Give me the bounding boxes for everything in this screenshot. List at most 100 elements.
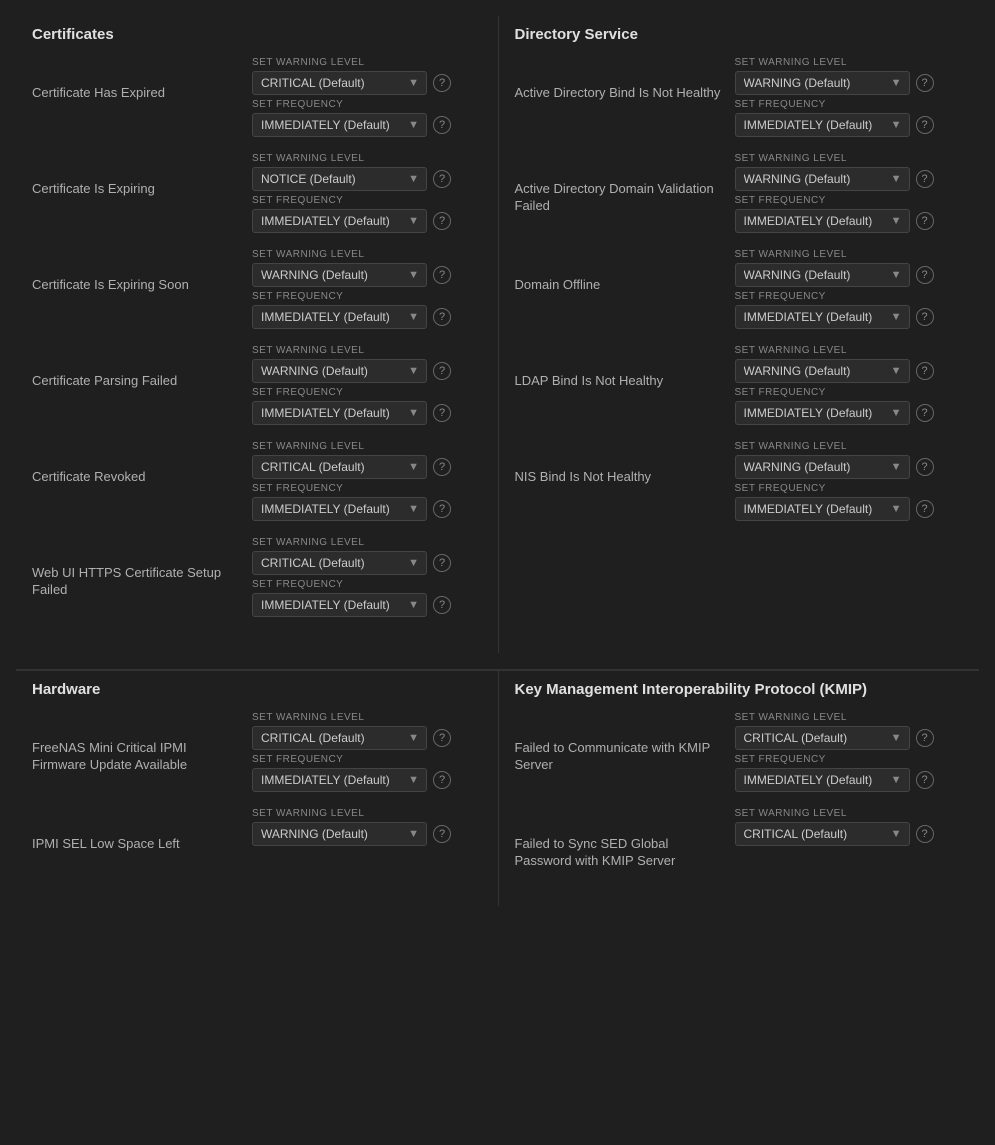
freq-help-3[interactable]: ? <box>433 308 451 326</box>
freq-select-ds5[interactable]: IMMEDIATELY (Default) HOURLY DAILY <box>735 497 910 521</box>
controls-kmip-sync: Set Warning Level CRITICAL (Default) WAR… <box>735 808 934 846</box>
warning-select-kmip1[interactable]: CRITICAL (Default) WARNING (Default) NOT… <box>735 726 910 750</box>
alert-row-certificate-expiring-soon: Certificate Is Expiring Soon Set Warning… <box>32 249 482 335</box>
freq-group-1: Set Frequency IMMEDIATELY (Default) HOUR… <box>252 99 451 137</box>
warning-select-wrap-6: CRITICAL (Default) WARNING (Default) NOT… <box>252 551 427 575</box>
alert-block-ad-bind: Active Directory Bind Is Not Healthy Set… <box>515 57 964 143</box>
freq-help-4[interactable]: ? <box>433 404 451 422</box>
freq-row-ds3: IMMEDIATELY (Default) HOURLY DAILY ▼ ? <box>735 305 934 329</box>
warning-help-1[interactable]: ? <box>433 74 451 92</box>
warning-row-kmip2: CRITICAL (Default) WARNING (Default) NOT… <box>735 822 934 846</box>
warning-help-4[interactable]: ? <box>433 362 451 380</box>
freq-select-ds4[interactable]: IMMEDIATELY (Default) HOURLY DAILY <box>735 401 910 425</box>
freq-help-ds4[interactable]: ? <box>916 404 934 422</box>
warning-help-hw2[interactable]: ? <box>433 825 451 843</box>
warning-select-1[interactable]: CRITICAL (Default) WARNING (Default) NOT… <box>252 71 427 95</box>
warning-label-4: Set Warning Level <box>252 345 451 356</box>
warning-select-ds1[interactable]: WARNING (Default) CRITICAL (Default) NOT… <box>735 71 910 95</box>
warning-help-5[interactable]: ? <box>433 458 451 476</box>
warning-select-wrap-2: NOTICE (Default) CRITICAL (Default) WARN… <box>252 167 427 191</box>
freq-help-hw1[interactable]: ? <box>433 771 451 789</box>
freq-label-hw1: Set Frequency <box>252 754 451 765</box>
freq-select-2[interactable]: IMMEDIATELY (Default) HOURLY DAILY <box>252 209 427 233</box>
warning-help-6[interactable]: ? <box>433 554 451 572</box>
controls-kmip-communicate: Set Warning Level CRITICAL (Default) WAR… <box>735 712 934 792</box>
warning-row-4: WARNING (Default) CRITICAL (Default) NOT… <box>252 359 451 383</box>
freq-help-ds2[interactable]: ? <box>916 212 934 230</box>
warning-select-ds5[interactable]: WARNING (Default) CRITICAL (Default) NOT… <box>735 455 910 479</box>
freq-help-5[interactable]: ? <box>433 500 451 518</box>
warning-help-ds2[interactable]: ? <box>916 170 934 188</box>
warning-row-ds1: WARNING (Default) CRITICAL (Default) NOT… <box>735 71 934 95</box>
warning-help-ds5[interactable]: ? <box>916 458 934 476</box>
warning-select-wrap-kmip2: CRITICAL (Default) WARNING (Default) NOT… <box>735 822 910 846</box>
controls-ipmi-sel: Set Warning Level WARNING (Default) CRIT… <box>252 808 451 846</box>
alert-name-ad-bind: Active Directory Bind Is Not Healthy <box>515 57 735 102</box>
warning-select-hw1[interactable]: CRITICAL (Default) WARNING (Default) NOT… <box>252 726 427 750</box>
controls-certificate-revoked: Set Warning Level CRITICAL (Default) WAR… <box>252 441 451 521</box>
warning-select-ds2[interactable]: WARNING (Default) CRITICAL (Default) NOT… <box>735 167 910 191</box>
warning-group-5: Set Warning Level CRITICAL (Default) WAR… <box>252 441 451 479</box>
warning-select-2[interactable]: NOTICE (Default) CRITICAL (Default) WARN… <box>252 167 427 191</box>
freq-help-1[interactable]: ? <box>433 116 451 134</box>
warning-help-2[interactable]: ? <box>433 170 451 188</box>
warning-select-3[interactable]: WARNING (Default) CRITICAL (Default) NOT… <box>252 263 427 287</box>
freq-row-5: IMMEDIATELY (Default) HOURLY DAILY ▼ ? <box>252 497 451 521</box>
warning-help-3[interactable]: ? <box>433 266 451 284</box>
freq-select-ds3[interactable]: IMMEDIATELY (Default) HOURLY DAILY <box>735 305 910 329</box>
warning-select-ds4[interactable]: WARNING (Default) CRITICAL (Default) NOT… <box>735 359 910 383</box>
freq-select-kmip1[interactable]: IMMEDIATELY (Default) HOURLY DAILY <box>735 768 910 792</box>
freq-select-ds2[interactable]: IMMEDIATELY (Default) HOURLY DAILY <box>735 209 910 233</box>
freq-select-6[interactable]: IMMEDIATELY (Default) HOURLY DAILY <box>252 593 427 617</box>
directory-service-title: Directory Service <box>515 26 964 43</box>
controls-nis-bind: Set Warning Level WARNING (Default) CRIT… <box>735 441 934 521</box>
freq-select-wrap-5: IMMEDIATELY (Default) HOURLY DAILY ▼ <box>252 497 427 521</box>
warning-select-kmip2[interactable]: CRITICAL (Default) WARNING (Default) NOT… <box>735 822 910 846</box>
freq-help-2[interactable]: ? <box>433 212 451 230</box>
freq-help-6[interactable]: ? <box>433 596 451 614</box>
freq-row-ds4: IMMEDIATELY (Default) HOURLY DAILY ▼ ? <box>735 401 934 425</box>
freq-select-hw1[interactable]: IMMEDIATELY (Default) HOURLY DAILY <box>252 768 427 792</box>
freq-help-ds1[interactable]: ? <box>916 116 934 134</box>
warning-help-ds1[interactable]: ? <box>916 74 934 92</box>
warning-help-ds4[interactable]: ? <box>916 362 934 380</box>
controls-certificate-is-expiring: Set Warning Level NOTICE (Default) CRITI… <box>252 153 451 233</box>
warning-select-ds3[interactable]: WARNING (Default) CRITICAL (Default) NOT… <box>735 263 910 287</box>
alert-name-webui-https-cert: Web UI HTTPS Certificate Setup Failed <box>32 537 252 599</box>
freq-help-ds3[interactable]: ? <box>916 308 934 326</box>
alert-block-certificate-has-expired: Certificate Has Expired Set Warning Leve… <box>32 57 482 143</box>
alert-row-certificate-has-expired: Certificate Has Expired Set Warning Leve… <box>32 57 482 143</box>
freq-label-4: Set Frequency <box>252 387 451 398</box>
warning-label-6: Set Warning Level <box>252 537 451 548</box>
alert-row-domain-offline: Domain Offline Set Warning Level WARNING… <box>515 249 964 335</box>
warning-row-hw1: CRITICAL (Default) WARNING (Default) NOT… <box>252 726 451 750</box>
freq-help-ds5[interactable]: ? <box>916 500 934 518</box>
freq-select-ds1[interactable]: IMMEDIATELY (Default) HOURLY DAILY <box>735 113 910 137</box>
freq-select-wrap-ds1: IMMEDIATELY (Default) HOURLY DAILY ▼ <box>735 113 910 137</box>
freq-label-2: Set Frequency <box>252 195 451 206</box>
warning-select-5[interactable]: CRITICAL (Default) WARNING (Default) NOT… <box>252 455 427 479</box>
warning-label-hw1: Set Warning Level <box>252 712 451 723</box>
freq-select-wrap-2: IMMEDIATELY (Default) HOURLY DAILY ▼ <box>252 209 427 233</box>
freq-row-4: IMMEDIATELY (Default) HOURLY DAILY ▼ ? <box>252 401 451 425</box>
warning-select-4[interactable]: WARNING (Default) CRITICAL (Default) NOT… <box>252 359 427 383</box>
freq-select-wrap-ds3: IMMEDIATELY (Default) HOURLY DAILY ▼ <box>735 305 910 329</box>
warning-help-ds3[interactable]: ? <box>916 266 934 284</box>
freq-help-kmip1[interactable]: ? <box>916 771 934 789</box>
freq-select-4[interactable]: IMMEDIATELY (Default) HOURLY DAILY <box>252 401 427 425</box>
warning-label-5: Set Warning Level <box>252 441 451 452</box>
warning-help-kmip1[interactable]: ? <box>916 729 934 747</box>
warning-label-ds1: Set Warning Level <box>735 57 934 68</box>
freq-select-3[interactable]: IMMEDIATELY (Default) HOURLY DAILY <box>252 305 427 329</box>
warning-select-6[interactable]: CRITICAL (Default) WARNING (Default) NOT… <box>252 551 427 575</box>
warning-help-hw1[interactable]: ? <box>433 729 451 747</box>
freq-group-ds3: Set Frequency IMMEDIATELY (Default) HOUR… <box>735 291 934 329</box>
warning-help-kmip2[interactable]: ? <box>916 825 934 843</box>
warning-group-4: Set Warning Level WARNING (Default) CRIT… <box>252 345 451 383</box>
alert-block-kmip-sync: Failed to Sync SED Global Password with … <box>515 808 964 876</box>
alert-block-certificate-revoked: Certificate Revoked Set Warning Level CR… <box>32 441 482 527</box>
warning-select-hw2[interactable]: WARNING (Default) CRITICAL (Default) NOT… <box>252 822 427 846</box>
controls-freenas-mini: Set Warning Level CRITICAL (Default) WAR… <box>252 712 451 792</box>
freq-select-5[interactable]: IMMEDIATELY (Default) HOURLY DAILY <box>252 497 427 521</box>
freq-select-1[interactable]: IMMEDIATELY (Default) HOURLY DAILY <box>252 113 427 137</box>
